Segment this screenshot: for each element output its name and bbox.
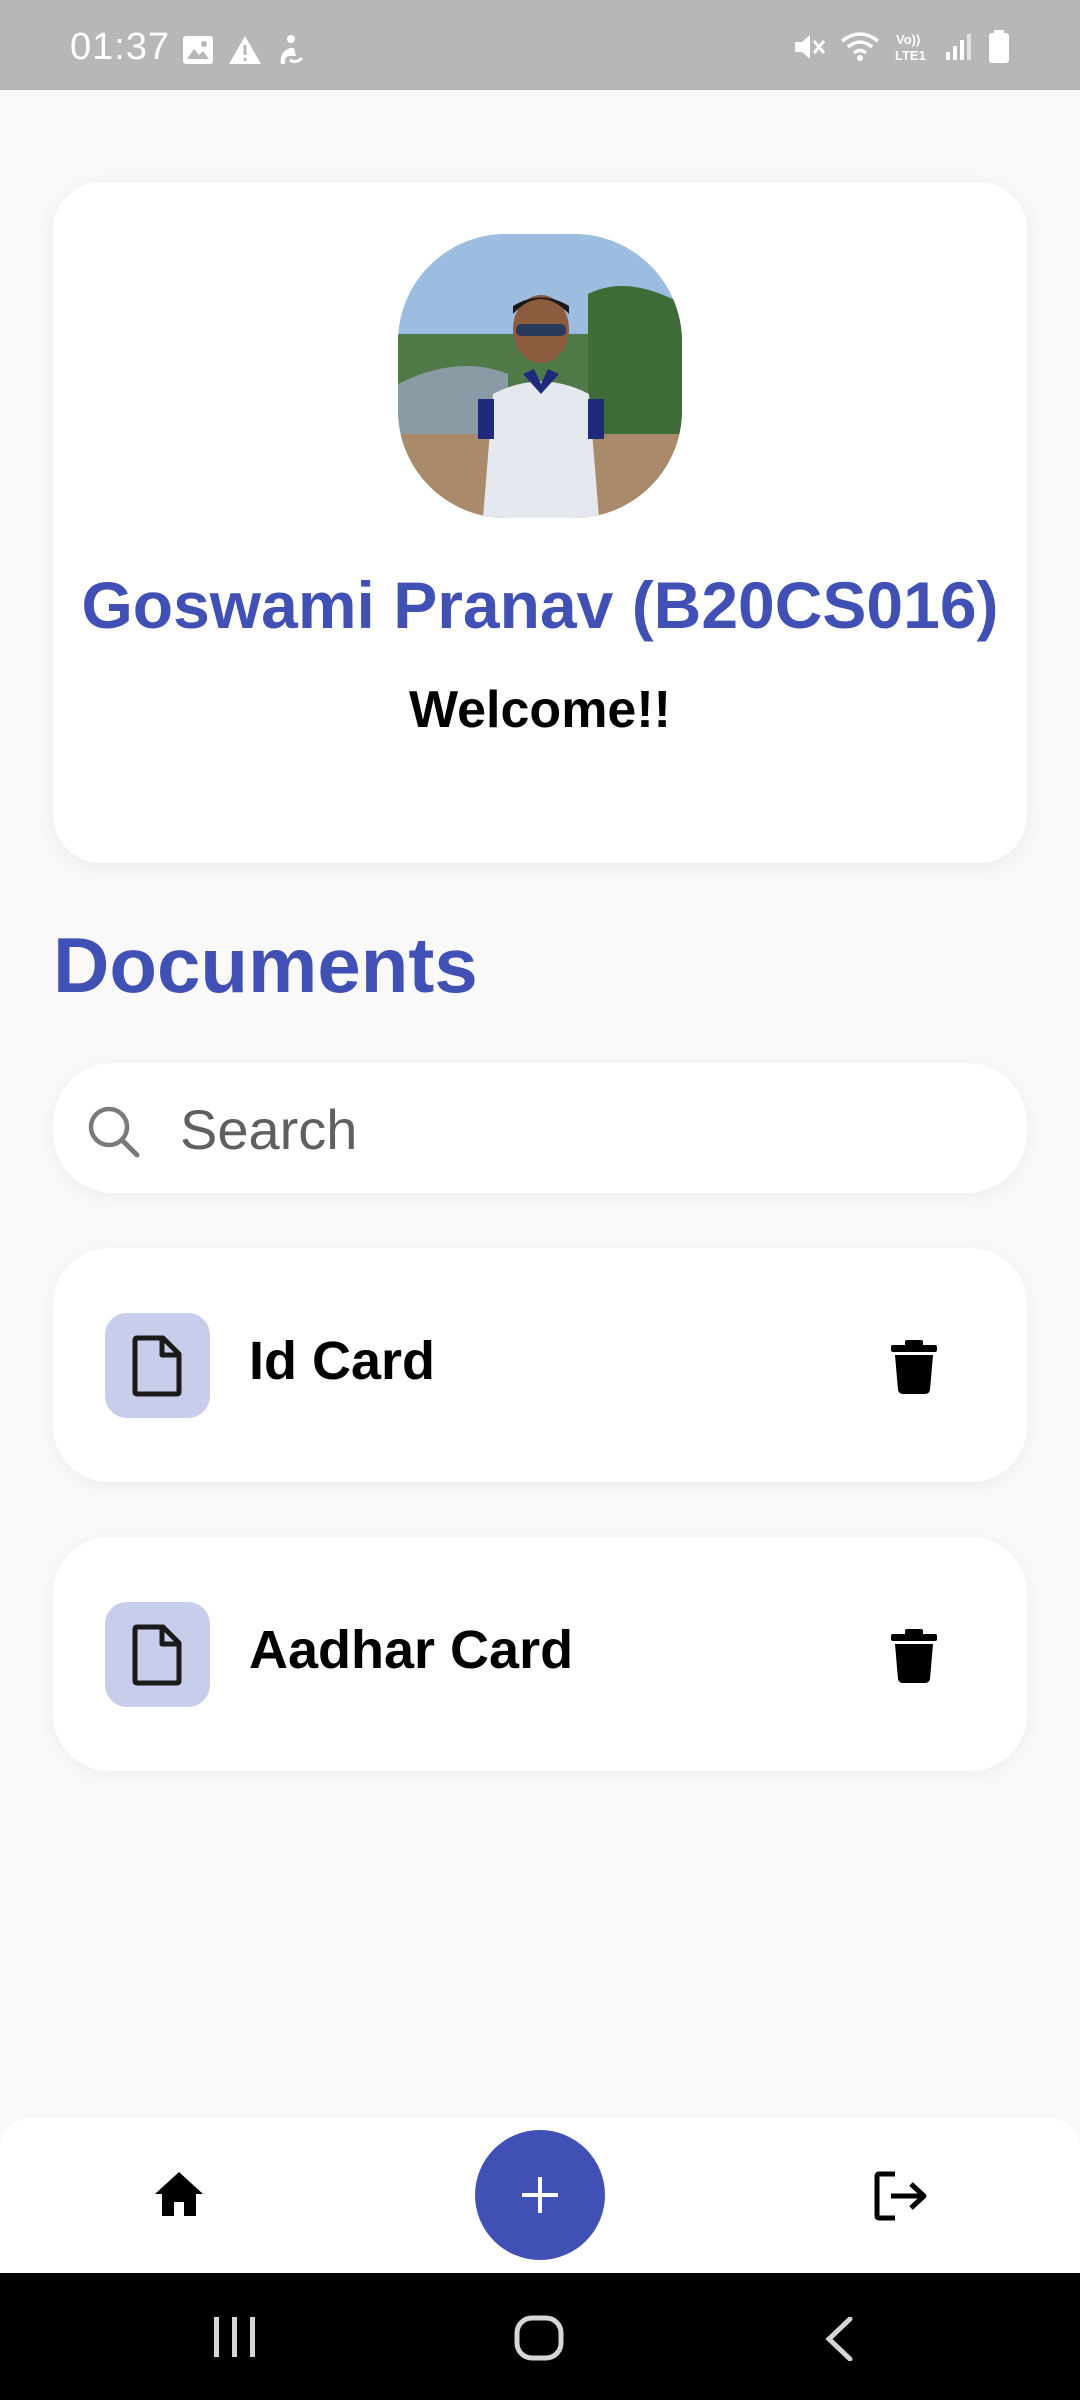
home-icon[interactable]	[153, 2170, 205, 2223]
battery-icon	[988, 30, 1010, 64]
document-item-aadhar-card[interactable]: Aadhar Card	[53, 1537, 1027, 1771]
status-left-icons	[182, 34, 306, 66]
volte-icon: Vo)) LTE1	[894, 30, 930, 64]
wifi-icon	[840, 31, 880, 63]
bottom-navigation	[0, 2118, 1080, 2273]
warning-icon	[228, 35, 262, 65]
document-label: Aadhar Card	[249, 1620, 574, 1680]
status-right-icons: Vo)) LTE1	[792, 30, 1010, 64]
mute-icon	[792, 31, 826, 63]
back-icon[interactable]	[824, 2316, 854, 2366]
file-icon	[132, 1624, 182, 1686]
trash-icon[interactable]	[889, 1629, 939, 1688]
avatar[interactable]	[398, 234, 682, 518]
document-item-id-card[interactable]: Id Card	[53, 1248, 1027, 1482]
image-icon	[182, 35, 214, 65]
svg-text:Vo)): Vo))	[896, 32, 920, 47]
signal-icon	[944, 32, 974, 62]
logout-icon[interactable]	[873, 2170, 929, 2227]
file-icon	[132, 1335, 182, 1397]
system-navigation-bar	[0, 2273, 1080, 2400]
search-icon	[85, 1103, 141, 1164]
document-label: Id Card	[249, 1331, 436, 1391]
document-icon-container	[105, 1602, 210, 1707]
recents-icon[interactable]	[212, 2317, 258, 2362]
documents-heading: Documents	[53, 921, 478, 1009]
trash-icon[interactable]	[889, 1340, 939, 1399]
accessibility-icon	[276, 34, 306, 66]
profile-card: Goswami Pranav (B20CS016) Welcome!!	[53, 182, 1027, 863]
search-bar[interactable]	[53, 1063, 1027, 1193]
add-icon	[522, 2177, 558, 2213]
search-input[interactable]	[178, 1091, 982, 1167]
add-document-button[interactable]	[475, 2130, 605, 2260]
status-time: 01:37	[70, 26, 171, 68]
svg-text:LTE1: LTE1	[895, 48, 926, 63]
document-icon-container	[105, 1313, 210, 1418]
profile-name: Goswami Pranav (B20CS016)	[81, 568, 999, 642]
welcome-text: Welcome!!	[409, 681, 671, 739]
system-home-icon[interactable]	[514, 2315, 564, 2366]
status-bar: 01:37 Vo)) LTE1	[0, 0, 1080, 90]
